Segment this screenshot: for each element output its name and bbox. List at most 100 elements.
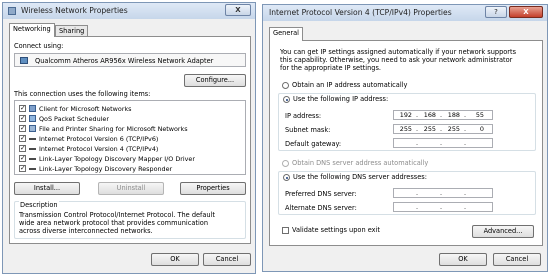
alternate-dns-field[interactable]: . . . xyxy=(393,202,493,212)
protocol-icon xyxy=(29,148,36,150)
ip-dot: . xyxy=(416,111,419,119)
advanced-button-label: Advanced... xyxy=(483,227,523,235)
uninstall-button[interactable]: Uninstall xyxy=(98,182,164,195)
cancel-button[interactable]: Cancel xyxy=(493,253,541,266)
ip-octet: 168 xyxy=(423,111,436,119)
item-label: QoS Packet Scheduler xyxy=(39,115,109,123)
ok-button[interactable]: OK xyxy=(151,253,199,266)
description-text-line: Transmission Control Protocol/Internet P… xyxy=(19,211,216,219)
title-bar[interactable]: Internet Protocol Version 4 (TCP/IPv4) P… xyxy=(263,5,547,21)
ip-dot: . xyxy=(440,125,443,133)
items-label: This connection uses the following items… xyxy=(14,90,151,98)
adapter-icon xyxy=(20,57,28,64)
help-button[interactable]: ? xyxy=(485,6,507,18)
title-bar[interactable]: Wireless Network Properties X xyxy=(3,3,255,19)
networking-panel: Connect using: Qualcomm Atheros AR956x W… xyxy=(9,36,251,244)
validate-settings-checkbox[interactable] xyxy=(282,227,289,234)
tab-general[interactable]: General xyxy=(269,27,303,41)
use-following-dns-label[interactable]: Use the following DNS server addresses: xyxy=(292,173,428,181)
close-button[interactable]: X xyxy=(509,6,543,18)
use-following-ip-label[interactable]: Use the following IP address: xyxy=(292,95,390,103)
ok-button[interactable]: OK xyxy=(439,253,487,266)
ip-dot: . xyxy=(464,189,467,197)
ip-octet: 0 xyxy=(479,125,484,133)
ip-octet: 192 xyxy=(399,111,412,119)
ip-dot: . xyxy=(440,203,443,211)
default-gateway-label: Default gateway: xyxy=(285,140,342,148)
printer-sharing-icon xyxy=(29,125,36,132)
tab-general-label: General xyxy=(273,29,299,37)
connect-using-label: Connect using: xyxy=(14,42,64,50)
use-following-dns-radio[interactable] xyxy=(283,174,290,181)
obtain-ip-auto-label[interactable]: Obtain an IP address automatically xyxy=(292,81,407,89)
default-gateway-field[interactable]: . . . xyxy=(393,138,493,148)
uninstall-button-label: Uninstall xyxy=(116,184,146,192)
dns-group: Use the following DNS server addresses: … xyxy=(278,171,536,215)
network-adapter-icon xyxy=(8,7,16,15)
ok-button-label: OK xyxy=(458,255,468,263)
configure-button[interactable]: Configure... xyxy=(184,74,246,87)
close-icon: X xyxy=(523,8,529,16)
obtain-dns-auto-radio[interactable] xyxy=(282,160,289,167)
close-icon: X xyxy=(235,6,241,14)
tab-networking-label: Networking xyxy=(13,25,51,33)
adapter-field: Qualcomm Atheros AR956x Wireless Network… xyxy=(14,53,246,67)
item-checkbox[interactable]: ✓ xyxy=(19,115,26,122)
tab-sharing-label: Sharing xyxy=(59,27,85,35)
item-label: Internet Protocol Version 4 (TCP/IPv4) xyxy=(39,145,159,153)
obtain-dns-auto-label[interactable]: Obtain DNS server address automatically xyxy=(292,159,428,167)
subnet-mask-label: Subnet mask: xyxy=(285,126,331,134)
use-following-ip-radio[interactable] xyxy=(283,96,290,103)
ip-dot: . xyxy=(440,111,443,119)
protocol-icon xyxy=(29,138,36,140)
items-list[interactable]: ✓ Client for Microsoft Networks ✓ QoS Pa… xyxy=(14,100,246,175)
alternate-dns-label: Alternate DNS server: xyxy=(285,204,357,212)
properties-button[interactable]: Properties xyxy=(180,182,246,195)
description-title: Description xyxy=(19,201,59,209)
item-checkbox[interactable]: ✓ xyxy=(19,105,26,112)
ip-dot: . xyxy=(464,203,467,211)
ok-button-label: OK xyxy=(170,255,180,263)
validate-settings-label[interactable]: Validate settings upon exit xyxy=(292,226,380,234)
description-group: Description Transmission Control Protoco… xyxy=(14,201,246,239)
install-button[interactable]: Install... xyxy=(14,182,80,195)
item-label: Internet Protocol Version 6 (TCP/IPv6) xyxy=(39,135,159,143)
ip-dot: . xyxy=(464,139,467,147)
obtain-ip-auto-radio[interactable] xyxy=(282,82,289,89)
close-button[interactable]: X xyxy=(225,4,251,16)
ip-address-field[interactable]: 192 . 168 . 188 . 55 xyxy=(393,110,493,120)
tab-networking[interactable]: Networking xyxy=(9,23,55,37)
ip-octet: 255 xyxy=(423,125,436,133)
ip-dot: . xyxy=(416,189,419,197)
intro-text-line: You can get IP settings assigned automat… xyxy=(280,48,517,56)
ip-dot: . xyxy=(416,125,419,133)
window-title: Wireless Network Properties xyxy=(21,6,128,15)
subnet-mask-field[interactable]: 255 . 255 . 255 . 0 xyxy=(393,124,493,134)
configure-button-label: Configure... xyxy=(195,76,235,84)
item-label: File and Printer Sharing for Microsoft N… xyxy=(39,125,188,133)
item-checkbox[interactable]: ✓ xyxy=(19,165,26,172)
item-checkbox[interactable]: ✓ xyxy=(19,135,26,142)
adapter-name: Qualcomm Atheros AR956x Wireless Network… xyxy=(35,57,214,65)
cancel-button[interactable]: Cancel xyxy=(203,253,251,266)
intro-text-line: for the appropriate IP settings. xyxy=(280,64,382,72)
ip-octet: 255 xyxy=(399,125,412,133)
ip-dot: . xyxy=(440,189,443,197)
intro-text-line: this capability. Otherwise, you need to … xyxy=(280,56,513,64)
item-checkbox[interactable]: ✓ xyxy=(19,155,26,162)
item-checkbox[interactable]: ✓ xyxy=(19,125,26,132)
item-label: Client for Microsoft Networks xyxy=(39,105,132,113)
help-icon: ? xyxy=(494,8,498,16)
ip-address-group: Use the following IP address: IP address… xyxy=(278,93,536,151)
protocol-icon xyxy=(29,168,36,170)
network-client-icon xyxy=(29,105,36,112)
preferred-dns-label: Preferred DNS server: xyxy=(285,190,357,198)
ip-dot: . xyxy=(464,125,467,133)
ip-octet: 55 xyxy=(475,111,484,119)
preferred-dns-field[interactable]: . . . xyxy=(393,188,493,198)
window-title: Internet Protocol Version 4 (TCP/IPv4) P… xyxy=(269,8,452,17)
item-checkbox[interactable]: ✓ xyxy=(19,145,26,152)
general-panel: You can get IP settings assigned automat… xyxy=(269,40,543,246)
advanced-button[interactable]: Advanced... xyxy=(472,225,534,238)
ip-dot: . xyxy=(440,139,443,147)
